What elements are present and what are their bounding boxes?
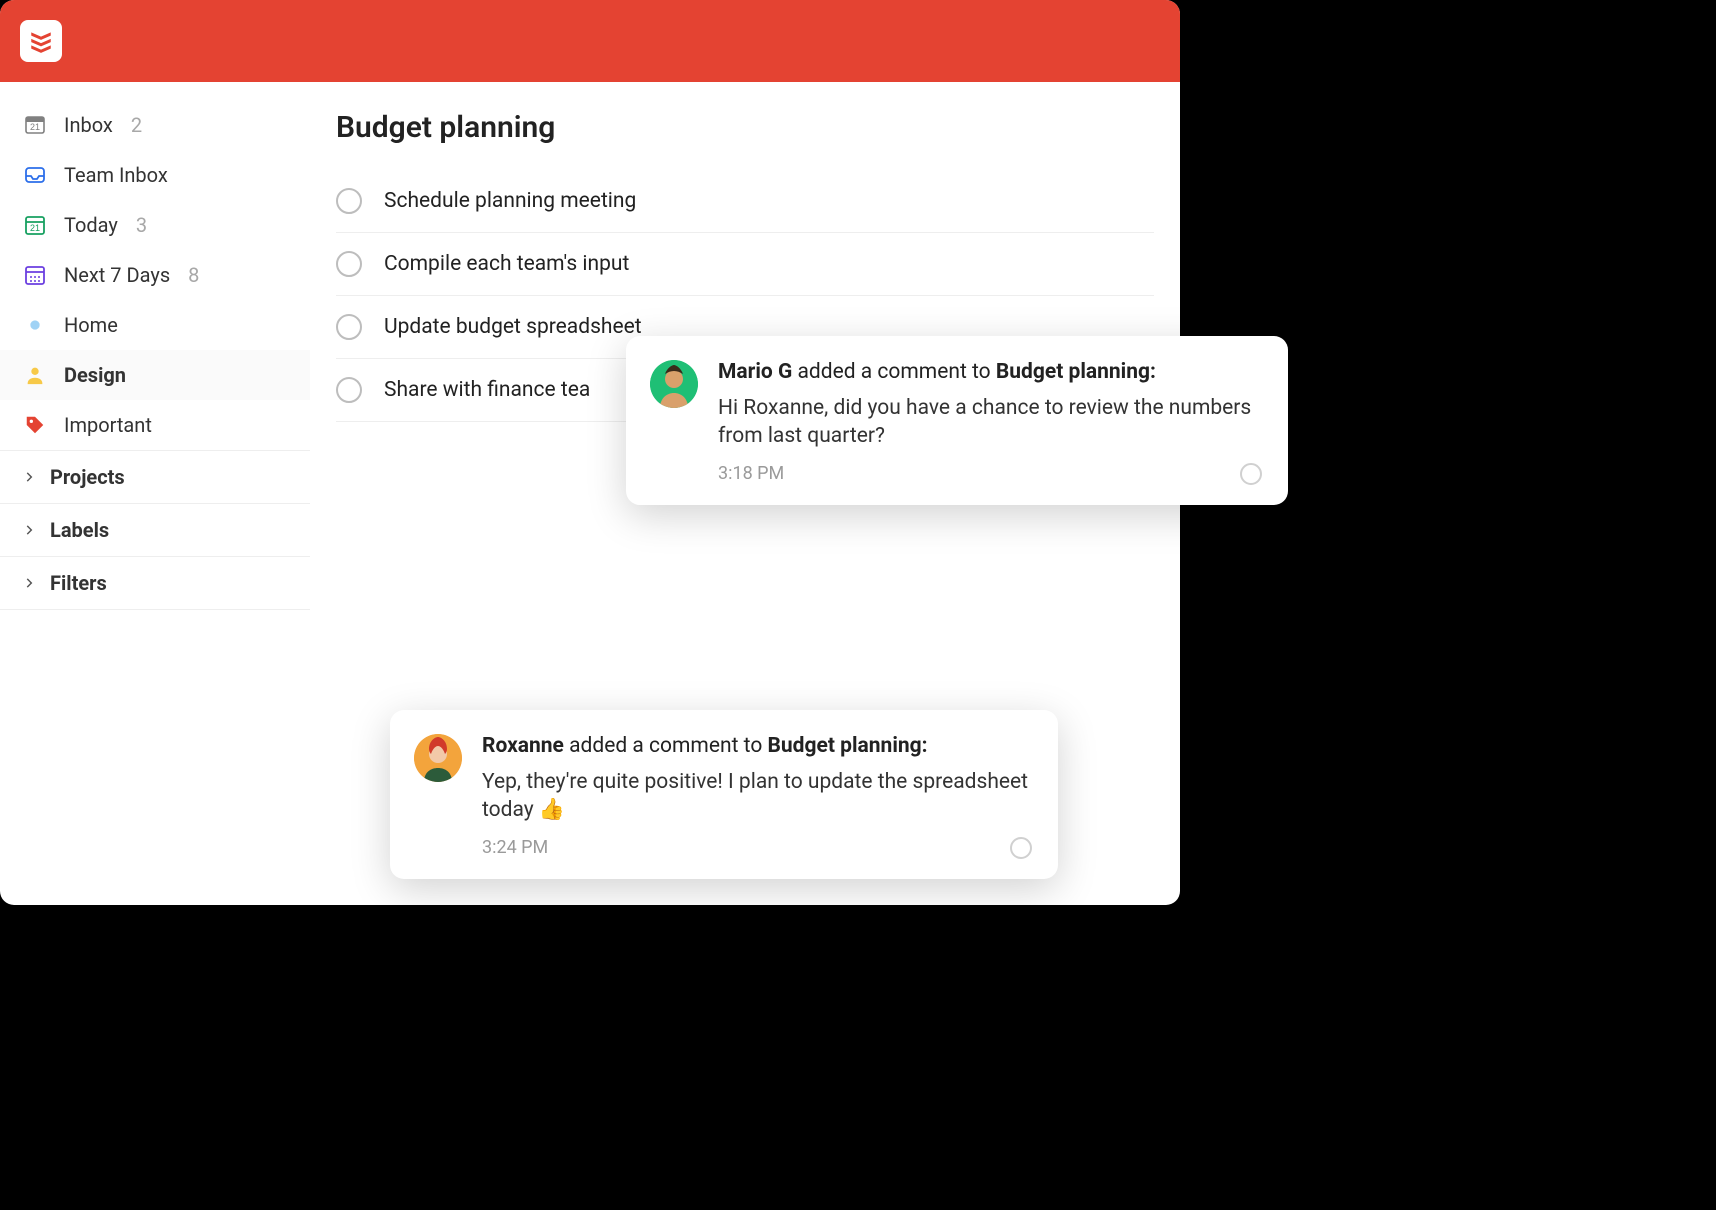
notification-headline: Mario G added a comment to Budget planni… — [718, 360, 1262, 384]
task-checkbox[interactable] — [336, 314, 362, 340]
sidebar-group-projects[interactable]: Projects — [0, 450, 310, 503]
app-logo-icon — [20, 20, 62, 62]
svg-text:21: 21 — [30, 122, 40, 132]
sidebar-item-label: Design — [64, 363, 126, 387]
task-title: Update budget spreadsheet — [384, 315, 642, 339]
sidebar-group-label: Labels — [50, 518, 109, 542]
page-title: Budget planning — [336, 110, 1154, 145]
person-icon — [22, 362, 48, 388]
sidebar-item-label: Next 7 Days — [64, 263, 170, 287]
notification-time: 3:18 PM — [718, 463, 784, 484]
svg-text:21: 21 — [30, 223, 40, 233]
dismiss-circle-icon[interactable] — [1240, 463, 1262, 485]
sidebar-item-home[interactable]: Home — [0, 300, 310, 350]
team-inbox-icon — [22, 162, 48, 188]
titlebar — [0, 0, 1180, 82]
task-row[interactable]: Schedule planning meeting — [336, 169, 1154, 233]
sidebar-item-design[interactable]: Design — [0, 350, 310, 400]
tag-icon — [22, 412, 48, 438]
sidebar-item-label: Inbox — [64, 113, 113, 137]
notification-action: added a comment to — [564, 734, 768, 758]
task-checkbox[interactable] — [336, 188, 362, 214]
notification-author: Roxanne — [482, 734, 564, 758]
sidebar-item-label: Home — [64, 313, 118, 337]
notification-action: added a comment to — [792, 360, 996, 384]
inbox-icon: 21 — [22, 112, 48, 138]
chevron-right-icon — [22, 576, 36, 590]
today-icon: 21 — [22, 212, 48, 238]
notification-content: Roxanne added a comment to Budget planni… — [482, 734, 1032, 859]
notification-content: Mario G added a comment to Budget planni… — [718, 360, 1262, 485]
sidebar-group-label: Filters — [50, 571, 107, 595]
sidebar-item-count: 3 — [136, 213, 147, 237]
dot-icon — [22, 312, 48, 338]
notification-target: Budget planning: — [996, 360, 1156, 384]
sidebar-group-filters[interactable]: Filters — [0, 556, 310, 610]
task-title: Share with finance tea — [384, 378, 590, 402]
sidebar-item-label: Team Inbox — [64, 163, 168, 187]
sidebar-group-label: Projects — [50, 465, 125, 489]
sidebar-item-next7days[interactable]: Next 7 Days 8 — [0, 250, 310, 300]
chevron-right-icon — [22, 470, 36, 484]
dismiss-circle-icon[interactable] — [1010, 837, 1032, 859]
notification-headline: Roxanne added a comment to Budget planni… — [482, 734, 1032, 758]
notification-target: Budget planning: — [768, 734, 928, 758]
calendar-week-icon — [22, 262, 48, 288]
sidebar-item-today[interactable]: 21 Today 3 — [0, 200, 310, 250]
notification-author: Mario G — [718, 360, 792, 384]
task-row[interactable]: Compile each team's input — [336, 233, 1154, 296]
task-checkbox[interactable] — [336, 377, 362, 403]
chevron-right-icon — [22, 523, 36, 537]
sidebar: 21 Inbox 2 Team Inbox 21 Today 3 — [0, 82, 310, 905]
notification-time: 3:24 PM — [482, 837, 548, 858]
notification-card[interactable]: Mario G added a comment to Budget planni… — [626, 336, 1288, 505]
task-title: Schedule planning meeting — [384, 189, 636, 213]
task-checkbox[interactable] — [336, 251, 362, 277]
sidebar-group-labels[interactable]: Labels — [0, 503, 310, 556]
sidebar-item-team-inbox[interactable]: Team Inbox — [0, 150, 310, 200]
sidebar-item-label: Important — [64, 413, 152, 437]
sidebar-item-count: 8 — [188, 263, 199, 287]
sidebar-item-important[interactable]: Important — [0, 400, 310, 450]
notification-body: Hi Roxanne, did you have a chance to rev… — [718, 394, 1262, 451]
avatar — [414, 734, 462, 782]
notification-body: Yep, they're quite positive! I plan to u… — [482, 768, 1032, 825]
avatar — [650, 360, 698, 408]
task-title: Compile each team's input — [384, 252, 629, 276]
sidebar-item-count: 2 — [131, 113, 142, 137]
sidebar-item-inbox[interactable]: 21 Inbox 2 — [0, 100, 310, 150]
notification-card[interactable]: Roxanne added a comment to Budget planni… — [390, 710, 1058, 879]
sidebar-item-label: Today — [64, 213, 118, 237]
